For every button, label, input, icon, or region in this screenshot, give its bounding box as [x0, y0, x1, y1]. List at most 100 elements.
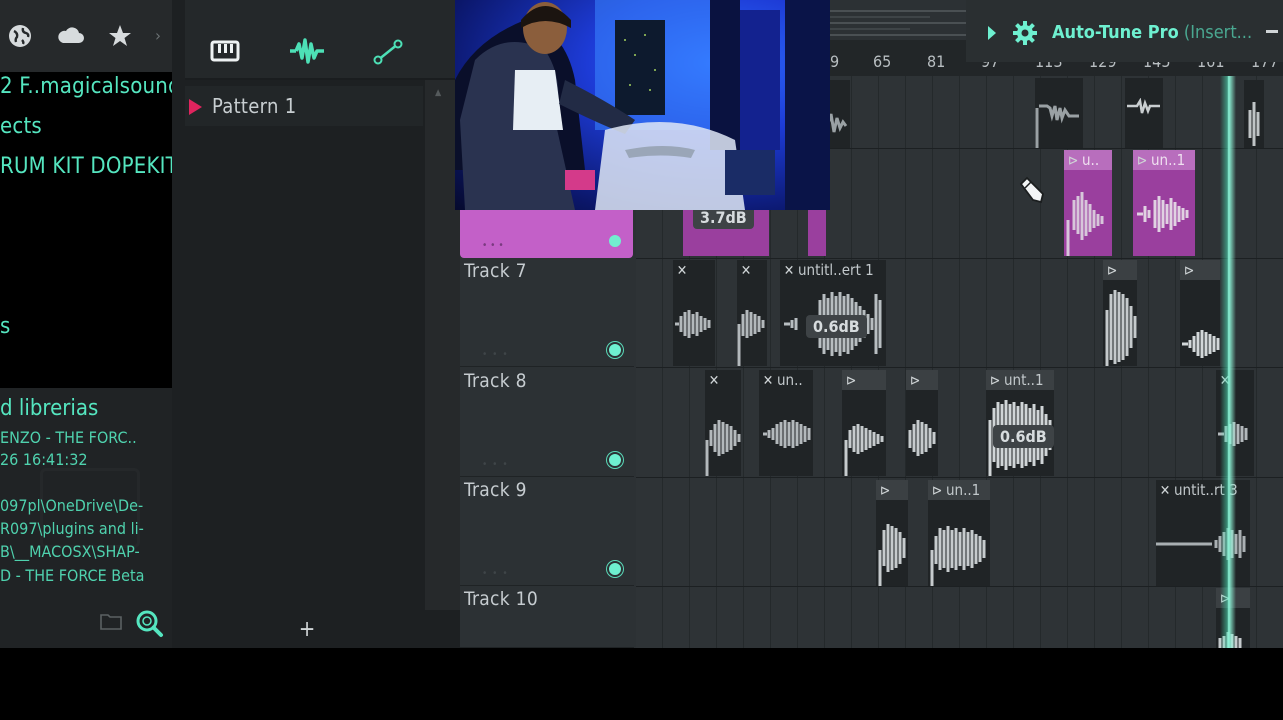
track-mute-button[interactable]: [607, 561, 623, 577]
clip-header[interactable]: ⊳ u..: [1064, 150, 1112, 170]
clip-header[interactable]: ⊳ un..1: [928, 480, 990, 500]
piano-roll-icon[interactable]: [209, 36, 243, 66]
clip-label: un..1: [946, 481, 981, 499]
clip-menu-icon[interactable]: ⊳: [842, 371, 860, 391]
clip-header[interactable]: ⊳: [876, 480, 908, 500]
track-header[interactable]: Track 7 • • •: [460, 258, 634, 367]
info-line: 097pl\OneDrive\De-: [0, 496, 144, 515]
clip-header[interactable]: ✕: [705, 370, 741, 390]
clip-menu-icon[interactable]: ⊳: [928, 481, 946, 501]
clip-menu-icon[interactable]: ⊳: [1180, 261, 1198, 281]
clip-label: u..: [1082, 151, 1100, 169]
star-icon[interactable]: [106, 22, 134, 50]
pattern-panel: Pattern 1 ▲ +: [185, 0, 460, 648]
clip-close-icon[interactable]: ✕: [737, 261, 755, 281]
search-icon[interactable]: [134, 608, 164, 638]
lane-separator: [636, 258, 1283, 259]
clip-header[interactable]: ⊳: [1103, 260, 1137, 280]
audio-clip[interactable]: ⊳: [876, 480, 908, 586]
audio-clip[interactable]: ⊳: [906, 370, 938, 476]
info-line: R097\plugins and li-: [0, 519, 144, 538]
cloud-icon[interactable]: [56, 22, 84, 50]
clip-header[interactable]: ⊳: [842, 370, 886, 390]
clip-menu-icon[interactable]: ⊳: [876, 481, 894, 501]
playhead[interactable]: [1220, 76, 1236, 648]
audio-clip[interactable]: [1035, 78, 1083, 148]
browser-tree: 2 F..magicalsounds ects RUM KIT DOPEKIT …: [0, 72, 172, 388]
audio-clip[interactable]: ⊳ un..1: [928, 480, 990, 586]
track-mute-button[interactable]: [607, 233, 623, 249]
pattern-list: Pattern 1: [185, 80, 425, 610]
add-pattern-button[interactable]: +: [297, 619, 317, 641]
pattern-item[interactable]: Pattern 1: [185, 86, 423, 126]
track-header[interactable]: Track 9 • • •: [460, 477, 634, 586]
clip-header[interactable]: ✕: [673, 260, 715, 280]
clip-menu-icon[interactable]: ⊳: [1064, 151, 1082, 171]
track-header[interactable]: Track 10: [460, 586, 634, 648]
pattern-toolbar: [185, 0, 460, 80]
panel-divider[interactable]: [172, 0, 185, 648]
tree-item[interactable]: 2 F..magicalsounds: [0, 74, 172, 99]
clip-menu-icon[interactable]: ⊳: [1103, 261, 1121, 281]
track-header-selected[interactable]: • • •: [460, 210, 633, 258]
tree-item[interactable]: RUM KIT DOPEKIT: [0, 154, 172, 179]
clip-close-icon[interactable]: ✕: [759, 371, 777, 391]
clip-header[interactable]: ⊳: [906, 370, 938, 390]
ruler-bar-number: 65: [873, 52, 892, 71]
audio-clip[interactable]: ✕ untitl..ert 1: [780, 260, 886, 366]
info-line: B\__MACOSX\SHAP-: [0, 542, 140, 561]
chevron-right-icon[interactable]: ›: [150, 22, 166, 50]
clip-close-icon[interactable]: ✕: [780, 261, 798, 281]
audio-clip[interactable]: ⊳ u..: [1064, 150, 1112, 256]
plugin-title-bar[interactable]: Auto-Tune Pro (Insert...: [966, 0, 1283, 62]
clip-close-icon[interactable]: ✕: [673, 261, 691, 281]
globe-icon[interactable]: [6, 22, 34, 50]
track-grip-icon: • • •: [482, 240, 504, 251]
track-name: Track 10: [464, 588, 539, 610]
audio-clip[interactable]: ⊳ un..1: [1133, 150, 1195, 256]
clip-header[interactable]: ✕ untitl..ert 1: [780, 260, 886, 280]
gear-icon[interactable]: [1012, 20, 1038, 46]
playlist-overview[interactable]: [830, 0, 966, 40]
audio-clip[interactable]: ⊳ unt..1: [986, 370, 1054, 476]
clip-menu-icon[interactable]: ⊳: [1133, 151, 1151, 171]
clip-menu-icon[interactable]: ⊳: [986, 371, 1004, 391]
expand-arrow-icon[interactable]: [988, 26, 996, 40]
tree-item[interactable]: s: [0, 314, 11, 339]
audio-clip[interactable]: [1125, 78, 1163, 148]
track-header[interactable]: Track 8 • • •: [460, 368, 634, 477]
automation-icon[interactable]: [371, 36, 405, 66]
clip-header[interactable]: ✕: [737, 260, 767, 280]
audio-clip[interactable]: ⊳: [1103, 260, 1137, 366]
folder-icon[interactable]: [100, 612, 122, 630]
info-line: 26 16:41:32: [0, 450, 88, 469]
track-mute-button[interactable]: [607, 452, 623, 468]
clip-label: un..1: [1151, 151, 1186, 169]
audio-clip[interactable]: ⊳: [1180, 260, 1220, 366]
clip-header[interactable]: ⊳: [1180, 260, 1220, 280]
audio-clip[interactable]: ✕ un..: [759, 370, 813, 476]
waveform: [906, 390, 938, 476]
audio-clip[interactable]: [1244, 80, 1264, 148]
lane-separator: [636, 586, 1283, 587]
audio-wave-icon[interactable]: [288, 36, 324, 66]
scroll-up-icon[interactable]: ▲: [435, 88, 441, 98]
clip-close-icon[interactable]: ✕: [1156, 481, 1174, 501]
audio-clip[interactable]: ✕: [705, 370, 741, 476]
audio-clip[interactable]: [808, 210, 826, 256]
clip-header[interactable]: ⊳ unt..1: [986, 370, 1054, 390]
clip-header[interactable]: ✕ un..: [759, 370, 813, 390]
clip-menu-icon[interactable]: ⊳: [906, 371, 924, 391]
webcam-image: [455, 0, 830, 210]
minimize-icon[interactable]: [1266, 30, 1278, 33]
audio-clip[interactable]: ✕: [737, 260, 767, 366]
track-mute-button[interactable]: [607, 342, 623, 358]
tree-item[interactable]: ects: [0, 114, 42, 139]
webcam-overlay: [455, 0, 830, 210]
pattern-footer: +: [185, 610, 460, 648]
clip-header[interactable]: ⊳ un..1: [1133, 150, 1195, 170]
audio-clip[interactable]: [828, 80, 850, 148]
clip-close-icon[interactable]: ✕: [705, 371, 723, 391]
audio-clip[interactable]: ✕: [673, 260, 715, 366]
audio-clip[interactable]: ⊳: [842, 370, 886, 476]
